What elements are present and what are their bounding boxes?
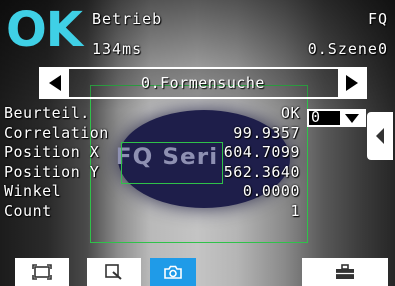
fit-screen-icon (32, 264, 52, 280)
result-row: Position Y 562.3640 (4, 163, 304, 183)
result-value: 604.7099 (223, 143, 300, 162)
result-value: 562.3640 (223, 162, 300, 181)
result-label: Beurteil. (4, 104, 90, 122)
camera-icon (164, 265, 182, 279)
judgement-result: OK (6, 2, 83, 58)
mode-text: Betrieb (92, 10, 163, 28)
processing-time: 134ms (92, 40, 143, 58)
triangle-left-icon (49, 75, 61, 91)
result-value: 99.9357 (233, 123, 300, 142)
result-row: Winkel 0.0000 (4, 182, 304, 202)
result-value: 0.0000 (242, 182, 300, 201)
fit-screen-button[interactable] (15, 258, 69, 286)
triangle-right-icon (346, 75, 358, 91)
chevron-left-icon (376, 128, 384, 144)
result-label: Count (4, 201, 52, 220)
result-row: Beurteil. OK (4, 104, 304, 124)
result-value: 1 (290, 201, 300, 220)
toolbox-button[interactable] (302, 258, 388, 286)
item-number-value: 0 (311, 108, 321, 126)
zoom-button[interactable] (87, 258, 141, 286)
scene-name: 0.Szene0 (307, 40, 388, 58)
sensor-screen: FQ Seri OK Betrieb 134ms FQ 0.Szene0 0.F… (0, 0, 395, 286)
zoom-icon (105, 264, 122, 280)
result-row: Count 1 (4, 202, 304, 222)
result-value: OK (280, 104, 300, 122)
result-row: Correlation 99.9357 (4, 124, 304, 144)
inspection-item-label: 0.Formensuche (141, 74, 265, 92)
device-name: FQ (367, 10, 388, 28)
side-panel-tab[interactable] (367, 112, 393, 160)
previous-item-button[interactable] (41, 68, 69, 98)
result-label: Correlation (4, 123, 109, 142)
results-list: Beurteil. OK Correlation 99.9357 Positio… (4, 104, 304, 222)
result-label: Winkel (4, 182, 62, 201)
result-label: Position X (4, 143, 100, 162)
next-item-button[interactable] (338, 68, 366, 98)
select-dropdown-button[interactable] (340, 111, 364, 125)
chevron-down-icon (345, 113, 359, 123)
camera-button[interactable] (150, 258, 196, 286)
toolbox-icon (336, 264, 354, 279)
result-label: Position Y (4, 162, 100, 181)
result-row: Position X 604.7099 (4, 143, 304, 163)
